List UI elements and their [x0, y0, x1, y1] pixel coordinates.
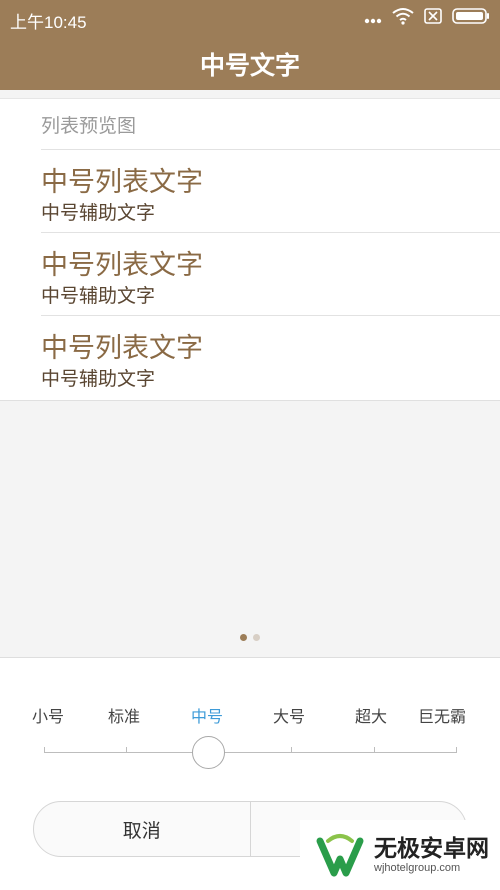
list-item-subtitle: 中号辅助文字: [41, 202, 156, 224]
page-dot[interactable]: [253, 634, 260, 641]
status-time: 上午10:45: [10, 13, 87, 32]
more-dots-icon: [364, 9, 382, 28]
list-item: 中号列表文字 中号辅助文字: [41, 316, 500, 399]
size-option-huge[interactable]: 巨无霸: [412, 703, 472, 727]
list-item-title: 中号列表文字: [41, 333, 203, 364]
watermark-name: 无极安卓网: [374, 835, 489, 862]
page-dot-active[interactable]: [240, 634, 247, 641]
size-slider-thumb[interactable]: [192, 736, 225, 769]
watermark-logo-icon: [314, 829, 366, 881]
size-option-large[interactable]: 大号: [259, 703, 319, 727]
list-item-subtitle: 中号辅助文字: [41, 368, 156, 390]
list-preview-caption: 列表预览图: [41, 115, 137, 137]
watermark-text: 无极安卓网 wjhotelgroup.com: [374, 836, 489, 874]
list-item-title: 中号列表文字: [41, 250, 203, 281]
app-header: 上午10:45 中号文字: [0, 0, 500, 90]
slider-tick: [291, 747, 292, 753]
cancel-button[interactable]: 取消: [34, 802, 250, 856]
battery-icon: [452, 8, 490, 28]
watermark: 无极安卓网 wjhotelgroup.com: [300, 820, 500, 889]
status-bar: 上午10:45: [0, 0, 500, 36]
page-title: 中号文字: [199, 51, 300, 80]
wifi-icon: [392, 7, 414, 29]
status-icons: [364, 8, 490, 28]
watermark-url: wjhotelgroup.com: [374, 861, 461, 874]
size-option-small[interactable]: 小号: [18, 703, 78, 727]
size-option-xlarge[interactable]: 超大: [341, 703, 401, 727]
list-item: 中号列表文字 中号辅助文字: [41, 233, 500, 316]
size-option-medium[interactable]: 中号: [177, 703, 237, 727]
slider-tick: [126, 747, 127, 753]
slider-tick: [374, 747, 375, 753]
list-item: 中号列表文字 中号辅助文字: [41, 150, 500, 233]
slider-tick: [44, 747, 45, 753]
list-item-subtitle: 中号辅助文字: [41, 285, 156, 307]
page-indicator: [240, 634, 260, 641]
slider-tick: [456, 747, 457, 753]
size-slider-track[interactable]: [44, 752, 457, 753]
list-item-title: 中号列表文字: [41, 167, 203, 198]
no-sim-icon: [424, 8, 442, 28]
list-preview-card: 列表预览图 中号列表文字 中号辅助文字 中号列表文字 中号辅助文字 中号列表文字…: [0, 98, 500, 401]
size-option-standard[interactable]: 标准: [94, 703, 154, 727]
